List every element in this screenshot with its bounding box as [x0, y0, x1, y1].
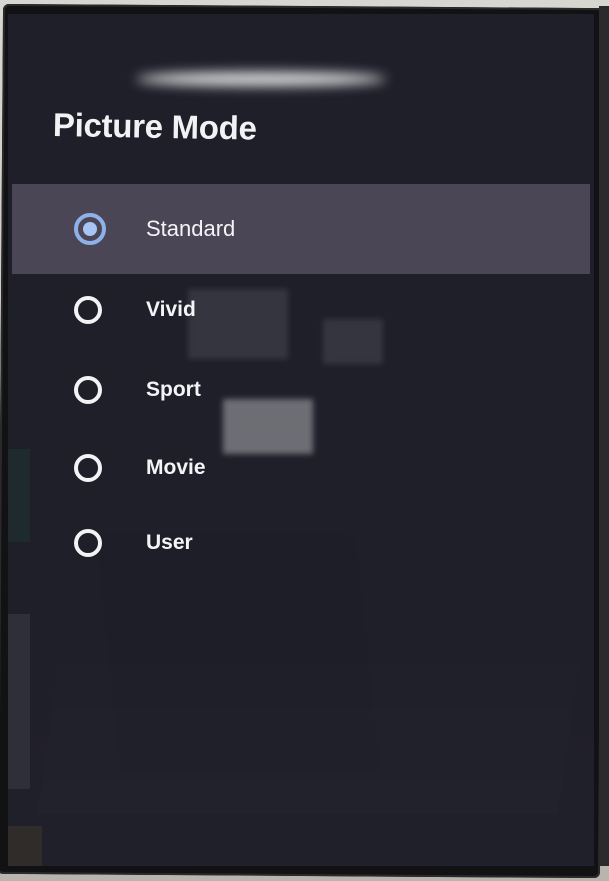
option-movie[interactable]: Movie	[12, 430, 590, 506]
radio-unselected-icon[interactable]	[74, 529, 102, 557]
tv-screen: Picture Mode Standard Vivid Sport Movie	[8, 14, 594, 866]
picture-mode-options: Standard Vivid Sport Movie User	[12, 184, 590, 580]
photo-scene: Picture Mode Standard Vivid Sport Movie	[0, 0, 609, 881]
radio-unselected-icon[interactable]	[74, 296, 102, 324]
light-reflection	[136, 72, 386, 86]
radio-unselected-icon[interactable]	[74, 454, 102, 482]
radio-selected-icon[interactable]	[74, 213, 106, 245]
option-vivid[interactable]: Vivid	[12, 270, 590, 350]
option-label: Vivid	[146, 298, 196, 321]
option-label: Sport	[146, 378, 201, 401]
picture-mode-panel: Picture Mode Standard Vivid Sport Movie	[8, 14, 594, 866]
option-label: Standard	[146, 216, 236, 241]
option-label: User	[146, 531, 193, 554]
option-sport[interactable]: Sport	[12, 350, 590, 430]
radio-dot-icon	[83, 222, 97, 236]
option-standard[interactable]: Standard	[12, 184, 590, 274]
option-user[interactable]: User	[12, 506, 590, 580]
radio-unselected-icon[interactable]	[74, 376, 102, 404]
tv-side-edge	[599, 6, 609, 866]
panel-title: Picture Mode	[52, 106, 257, 147]
option-label: Movie	[146, 456, 206, 479]
